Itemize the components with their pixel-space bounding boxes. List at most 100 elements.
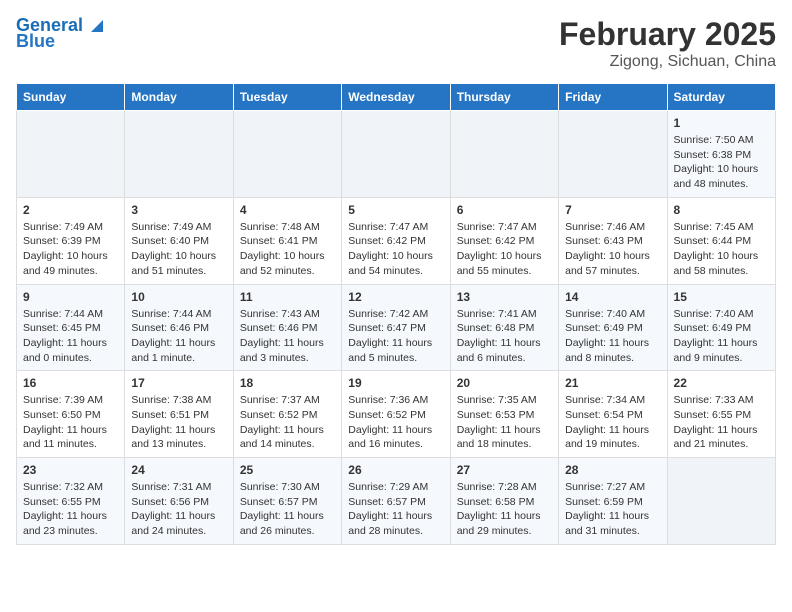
day-cell: [667, 458, 775, 545]
day-number: 4: [240, 203, 335, 217]
day-number: 13: [457, 290, 552, 304]
day-cell: 1 Sunrise: 7:50 AMSunset: 6:38 PMDaylight…: [667, 111, 775, 198]
day-info: Sunrise: 7:48 AMSunset: 6:41 PMDaylight:…: [240, 220, 335, 279]
week-row-5: 23 Sunrise: 7:32 AMSunset: 6:55 PMDayligh…: [17, 458, 776, 545]
day-info: Sunrise: 7:49 AMSunset: 6:40 PMDaylight:…: [131, 220, 226, 279]
week-row-1: 1 Sunrise: 7:50 AMSunset: 6:38 PMDaylight…: [17, 111, 776, 198]
location-subtitle: Zigong, Sichuan, China: [559, 53, 776, 71]
day-number: 28: [565, 463, 660, 477]
day-cell: 2 Sunrise: 7:49 AMSunset: 6:39 PMDaylight…: [17, 197, 125, 284]
day-info: Sunrise: 7:29 AMSunset: 6:57 PMDaylight:…: [348, 480, 443, 539]
day-info: Sunrise: 7:42 AMSunset: 6:47 PMDaylight:…: [348, 307, 443, 366]
day-number: 2: [23, 203, 118, 217]
day-number: 18: [240, 376, 335, 390]
weekday-header-monday: Monday: [125, 84, 233, 111]
day-number: 23: [23, 463, 118, 477]
day-info: Sunrise: 7:33 AMSunset: 6:55 PMDaylight:…: [674, 393, 769, 452]
calendar-table: SundayMondayTuesdayWednesdayThursdayFrid…: [16, 83, 776, 545]
day-cell: 12 Sunrise: 7:42 AMSunset: 6:47 PMDayligh…: [342, 284, 450, 371]
day-info: Sunrise: 7:47 AMSunset: 6:42 PMDaylight:…: [348, 220, 443, 279]
day-cell: 13 Sunrise: 7:41 AMSunset: 6:48 PMDayligh…: [450, 284, 558, 371]
weekday-header-row: SundayMondayTuesdayWednesdayThursdayFrid…: [17, 84, 776, 111]
day-number: 22: [674, 376, 769, 390]
day-number: 9: [23, 290, 118, 304]
day-cell: 23 Sunrise: 7:32 AMSunset: 6:55 PMDayligh…: [17, 458, 125, 545]
weekday-header-tuesday: Tuesday: [233, 84, 341, 111]
day-cell: [342, 111, 450, 198]
day-info: Sunrise: 7:44 AMSunset: 6:46 PMDaylight:…: [131, 307, 226, 366]
day-info: Sunrise: 7:27 AMSunset: 6:59 PMDaylight:…: [565, 480, 660, 539]
day-number: 16: [23, 376, 118, 390]
weekday-header-thursday: Thursday: [450, 84, 558, 111]
day-cell: 9 Sunrise: 7:44 AMSunset: 6:45 PMDaylight…: [17, 284, 125, 371]
day-info: Sunrise: 7:45 AMSunset: 6:44 PMDaylight:…: [674, 220, 769, 279]
day-cell: 10 Sunrise: 7:44 AMSunset: 6:46 PMDayligh…: [125, 284, 233, 371]
day-info: Sunrise: 7:40 AMSunset: 6:49 PMDaylight:…: [565, 307, 660, 366]
day-number: 5: [348, 203, 443, 217]
day-info: Sunrise: 7:36 AMSunset: 6:52 PMDaylight:…: [348, 393, 443, 452]
day-info: Sunrise: 7:41 AMSunset: 6:48 PMDaylight:…: [457, 307, 552, 366]
day-cell: 26 Sunrise: 7:29 AMSunset: 6:57 PMDayligh…: [342, 458, 450, 545]
day-number: 27: [457, 463, 552, 477]
day-cell: 24 Sunrise: 7:31 AMSunset: 6:56 PMDayligh…: [125, 458, 233, 545]
logo-icon: [85, 14, 107, 36]
day-cell: 28 Sunrise: 7:27 AMSunset: 6:59 PMDayligh…: [559, 458, 667, 545]
day-info: Sunrise: 7:49 AMSunset: 6:39 PMDaylight:…: [23, 220, 118, 279]
weekday-header-sunday: Sunday: [17, 84, 125, 111]
weekday-header-friday: Friday: [559, 84, 667, 111]
day-info: Sunrise: 7:39 AMSunset: 6:50 PMDaylight:…: [23, 393, 118, 452]
day-info: Sunrise: 7:34 AMSunset: 6:54 PMDaylight:…: [565, 393, 660, 452]
day-info: Sunrise: 7:32 AMSunset: 6:55 PMDaylight:…: [23, 480, 118, 539]
day-number: 14: [565, 290, 660, 304]
day-number: 20: [457, 376, 552, 390]
day-info: Sunrise: 7:38 AMSunset: 6:51 PMDaylight:…: [131, 393, 226, 452]
week-row-3: 9 Sunrise: 7:44 AMSunset: 6:45 PMDaylight…: [17, 284, 776, 371]
day-cell: 21 Sunrise: 7:34 AMSunset: 6:54 PMDayligh…: [559, 371, 667, 458]
day-cell: 25Sunrise: 7:30 AMSunset: 6:57 PMDayligh…: [233, 458, 341, 545]
day-info: Sunrise: 7:44 AMSunset: 6:45 PMDaylight:…: [23, 307, 118, 366]
day-number: 6: [457, 203, 552, 217]
day-number: 11: [240, 290, 335, 304]
day-cell: [559, 111, 667, 198]
day-cell: 22 Sunrise: 7:33 AMSunset: 6:55 PMDayligh…: [667, 371, 775, 458]
day-cell: 19 Sunrise: 7:36 AMSunset: 6:52 PMDayligh…: [342, 371, 450, 458]
day-info: Sunrise: 7:43 AMSunset: 6:46 PMDaylight:…: [240, 307, 335, 366]
day-cell: [233, 111, 341, 198]
day-info: Sunrise: 7:47 AMSunset: 6:42 PMDaylight:…: [457, 220, 552, 279]
day-number: 8: [674, 203, 769, 217]
page-header: General Blue February 2025 Zigong, Sichu…: [16, 16, 776, 71]
day-cell: 5 Sunrise: 7:47 AMSunset: 6:42 PMDaylight…: [342, 197, 450, 284]
day-cell: 27 Sunrise: 7:28 AMSunset: 6:58 PMDayligh…: [450, 458, 558, 545]
day-info: Sunrise: 7:31 AMSunset: 6:56 PMDaylight:…: [131, 480, 226, 539]
day-number: 1: [674, 116, 769, 130]
day-number: 17: [131, 376, 226, 390]
day-cell: 3Sunrise: 7:49 AMSunset: 6:40 PMDaylight…: [125, 197, 233, 284]
day-cell: 17 Sunrise: 7:38 AMSunset: 6:51 PMDayligh…: [125, 371, 233, 458]
logo-blue: Blue: [16, 32, 55, 52]
day-number: 26: [348, 463, 443, 477]
day-number: 21: [565, 376, 660, 390]
day-info: Sunrise: 7:40 AMSunset: 6:49 PMDaylight:…: [674, 307, 769, 366]
day-number: 7: [565, 203, 660, 217]
day-cell: 8 Sunrise: 7:45 AMSunset: 6:44 PMDaylight…: [667, 197, 775, 284]
day-cell: 18 Sunrise: 7:37 AMSunset: 6:52 PMDayligh…: [233, 371, 341, 458]
calendar-title: February 2025 Zigong, Sichuan, China: [559, 16, 776, 71]
weekday-header-wednesday: Wednesday: [342, 84, 450, 111]
week-row-4: 16 Sunrise: 7:39 AMSunset: 6:50 PMDayligh…: [17, 371, 776, 458]
logo: General Blue: [16, 16, 107, 52]
day-number: 19: [348, 376, 443, 390]
day-info: Sunrise: 7:50 AMSunset: 6:38 PMDaylight:…: [674, 133, 769, 192]
day-info: Sunrise: 7:37 AMSunset: 6:52 PMDaylight:…: [240, 393, 335, 452]
day-cell: [125, 111, 233, 198]
weekday-header-saturday: Saturday: [667, 84, 775, 111]
day-cell: 11 Sunrise: 7:43 AMSunset: 6:46 PMDayligh…: [233, 284, 341, 371]
day-cell: [450, 111, 558, 198]
day-cell: 20Sunrise: 7:35 AMSunset: 6:53 PMDayligh…: [450, 371, 558, 458]
day-number: 25: [240, 463, 335, 477]
day-number: 10: [131, 290, 226, 304]
day-info: Sunrise: 7:28 AMSunset: 6:58 PMDaylight:…: [457, 480, 552, 539]
day-cell: 16 Sunrise: 7:39 AMSunset: 6:50 PMDayligh…: [17, 371, 125, 458]
day-number: 12: [348, 290, 443, 304]
day-number: 15: [674, 290, 769, 304]
day-number: 24: [131, 463, 226, 477]
